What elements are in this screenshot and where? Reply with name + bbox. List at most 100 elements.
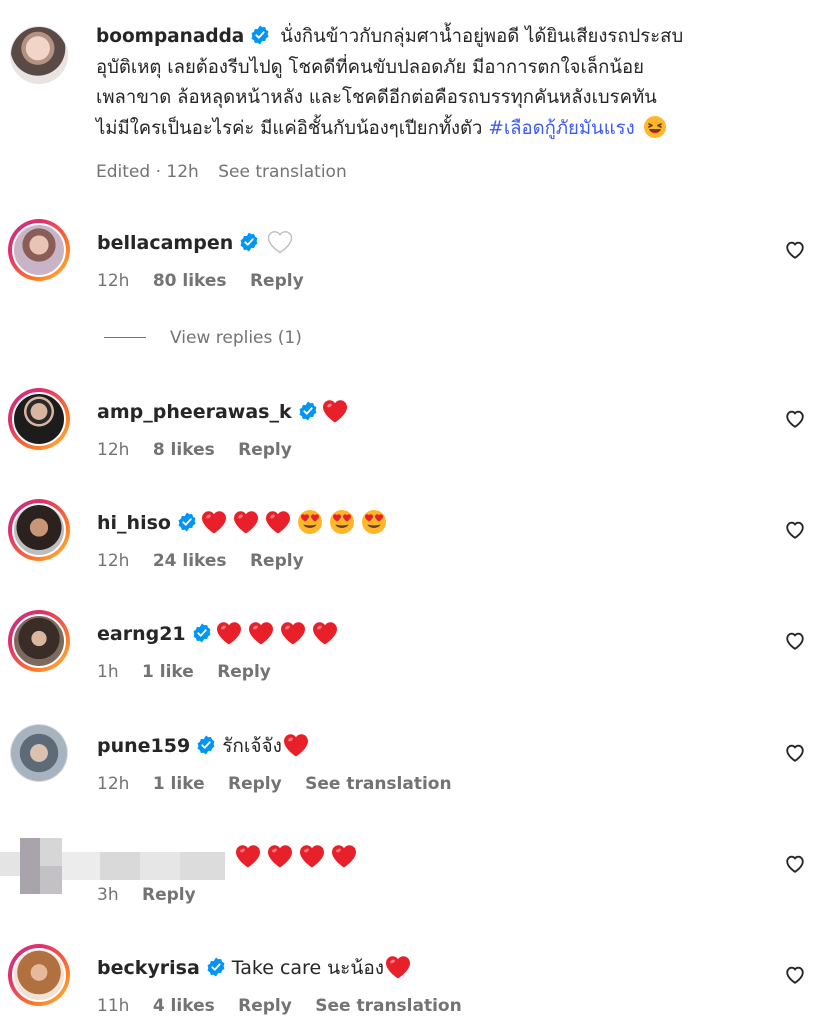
red-heart-emoji-icon [299, 844, 325, 868]
comment-time: 11h [97, 996, 130, 1016]
verified-icon [192, 623, 212, 643]
comment-item: hi_hiso 12h 24 likes Reply [0, 499, 820, 589]
comment-item: earng21 1h 1 like Reply [0, 610, 820, 700]
avatar-story-ring[interactable] [8, 610, 70, 672]
comment-username[interactable]: amp_pheerawas_k [97, 401, 292, 423]
comment-likes[interactable]: 1 like [142, 662, 194, 682]
avatar-story-ring[interactable] [8, 944, 70, 1006]
view-replies-button[interactable]: View replies (1) [104, 328, 302, 348]
comment-item: beckyrisa Take care นะน้อง 11h 4 likes Re… [0, 944, 820, 1034]
heart-eyes-emoji-icon [297, 509, 323, 535]
like-heart-icon[interactable] [784, 964, 806, 986]
comment-meta: 12h 24 likes Reply [97, 551, 322, 571]
comment-meta: 1h 1 like Reply [97, 662, 289, 682]
verified-icon [177, 512, 197, 532]
red-heart-emoji-icon [385, 955, 411, 979]
caption-line: ไม่มีใครเป็นอะไรค่ะ มีแค่อิชั้นกับน้องๆเ… [96, 117, 483, 139]
comment-username[interactable]: beckyrisa [97, 957, 200, 979]
avatar [12, 392, 66, 446]
comment-meta: 12h 80 likes Reply [97, 271, 322, 291]
avatar [12, 223, 66, 277]
like-heart-icon[interactable] [784, 519, 806, 541]
heart-eyes-emoji-icon [361, 509, 387, 535]
like-heart-icon[interactable] [784, 239, 806, 261]
comments-page: boompanadda นั่งกินข้าวกับกลุ่มศาน้ำอยู่… [0, 0, 820, 1035]
reply-button[interactable]: Reply [238, 996, 292, 1016]
caption-line: นั่งกินข้าวกับกลุ่มศาน้ำอยู่พอดี ได้ยินเ… [280, 26, 684, 47]
red-heart-emoji-icon [235, 844, 261, 868]
comment-username[interactable]: pune159 [97, 735, 190, 757]
avatar [12, 503, 66, 557]
comment-line: hi_hiso [97, 509, 393, 537]
reply-button[interactable]: Reply [217, 662, 271, 682]
avatar-frame[interactable] [10, 724, 68, 782]
caption-line: อุบัติเหตุ เลยต้องรีบไปดู โชคดีที่คนขับป… [96, 56, 644, 78]
avatar-story-ring[interactable] [8, 499, 70, 561]
red-heart-emoji-icon [201, 510, 227, 534]
comment-meta: 12h 1 like Reply See translation [97, 774, 470, 794]
comment-time: 12h [97, 551, 130, 571]
caption-line: เพลาขาด ล้อหลุดหน้าหลัง และโชคดีอีกต่อคื… [96, 87, 657, 108]
verified-icon [250, 25, 270, 45]
reply-button[interactable]: Reply [228, 774, 282, 794]
avatar[interactable] [10, 26, 68, 84]
comment-likes[interactable]: 8 likes [153, 440, 215, 460]
comment-username[interactable]: hi_hiso [97, 512, 171, 534]
see-translation-link[interactable]: See translation [218, 162, 347, 182]
reply-button[interactable]: Reply [250, 271, 304, 291]
comment-username[interactable]: earng21 [97, 623, 186, 645]
comment-item: bellacampen 12h 80 likes Reply [0, 219, 820, 309]
view-replies-label: View replies (1) [170, 328, 302, 348]
verified-icon [298, 401, 318, 421]
heart-eyes-emoji-icon [329, 509, 355, 535]
comment-item: 3h Reply [0, 833, 820, 923]
hashtag-link[interactable]: #เลือดกู้ภัยมันแรง [488, 118, 634, 139]
avatar-story-ring[interactable] [8, 219, 70, 281]
like-heart-icon[interactable] [784, 853, 806, 875]
comment-likes[interactable]: 1 like [153, 774, 205, 794]
see-translation-link[interactable]: See translation [305, 774, 451, 794]
comment-time: 3h [97, 885, 119, 905]
comment-line: earng21 [97, 620, 344, 648]
comment-time: 1h [97, 662, 119, 682]
like-heart-icon[interactable] [784, 630, 806, 652]
comment-time: 12h [97, 774, 130, 794]
caption-meta: Edited · 12h See translation [96, 162, 361, 182]
comment-username[interactable]: bellacampen [97, 232, 233, 254]
comment-text: รักเจ้จัง [222, 735, 282, 757]
verified-icon [239, 232, 259, 252]
red-heart-emoji-icon [248, 621, 274, 645]
like-heart-icon[interactable] [784, 742, 806, 764]
avatar-story-ring[interactable] [8, 388, 70, 450]
comment-meta: 3h Reply [97, 885, 214, 905]
red-heart-emoji-icon [280, 621, 306, 645]
comment-time: 12h [97, 440, 130, 460]
comment-meta: 12h 8 likes Reply [97, 440, 310, 460]
like-heart-icon[interactable] [784, 408, 806, 430]
caption-body: boompanadda นั่งกินข้าวกับกลุ่มศาน้ำอยู่… [96, 22, 796, 144]
comment-text: Take care นะน้อง [231, 957, 385, 979]
red-heart-emoji-icon [322, 399, 348, 423]
edited-time: Edited · 12h [96, 162, 199, 182]
laughing-emoji-icon [643, 115, 667, 139]
comment-likes[interactable]: 24 likes [153, 551, 227, 571]
red-heart-emoji-icon [283, 733, 309, 757]
username-link[interactable]: boompanadda [96, 26, 244, 47]
see-translation-link[interactable]: See translation [315, 996, 461, 1016]
red-heart-emoji-icon [312, 621, 338, 645]
comment-line: bellacampen [97, 229, 293, 257]
white-heart-emoji-icon [267, 230, 293, 254]
red-heart-emoji-icon [216, 621, 242, 645]
comment-likes[interactable]: 80 likes [153, 271, 227, 291]
reply-button[interactable]: Reply [250, 551, 304, 571]
comment-line: amp_pheerawas_k [97, 398, 354, 426]
red-heart-emoji-icon [267, 844, 293, 868]
reply-button[interactable]: Reply [238, 440, 292, 460]
avatar [12, 614, 66, 668]
comment-line: pune159 รักเจ้จัง [97, 732, 315, 760]
reply-button[interactable]: Reply [142, 885, 196, 905]
comment-line: beckyrisa Take care นะน้อง [97, 954, 417, 982]
comment-likes[interactable]: 4 likes [153, 996, 215, 1016]
comment-time: 12h [97, 271, 130, 291]
comment-line [235, 843, 363, 871]
